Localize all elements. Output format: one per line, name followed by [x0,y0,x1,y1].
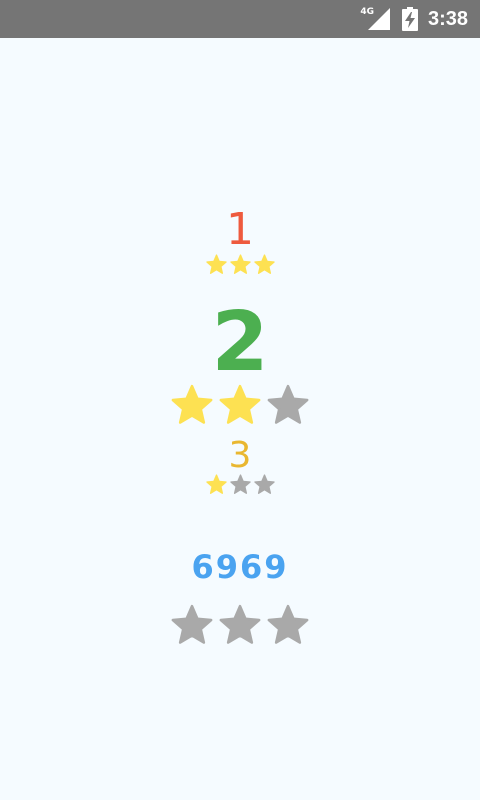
star-empty-icon [229,474,251,494]
star-filled-icon [171,384,213,424]
star-empty-icon [171,604,213,644]
status-icons: 4G 3:38 [360,0,468,38]
star-empty-icon [267,384,309,424]
star-filled-icon [205,474,227,494]
level-1-result: 1 [0,208,480,275]
star-empty-icon [267,604,309,644]
level-number: 3 [228,435,252,476]
level-2-result: 2 [0,302,480,426]
battery-charging-icon [401,7,418,31]
star-empty-icon [219,604,261,644]
level-number: 1 [226,204,254,255]
star-empty-icon [253,474,275,494]
status-bar: 4G 3:38 [0,0,480,38]
level-stars [0,254,480,275]
final-rating-stars [0,604,480,646]
star-filled-icon [219,384,261,424]
level-stars [0,384,480,426]
star-filled-icon [253,254,275,274]
level-stars [0,474,480,495]
star-filled-icon [205,254,227,274]
level-number: 2 [211,295,269,390]
clock: 3:38 [427,7,468,30]
level-3-result: 3 [0,438,480,495]
total-score: 6969 [191,548,289,586]
star-filled-icon [229,254,251,274]
network-type-label: 4G [360,7,374,17]
